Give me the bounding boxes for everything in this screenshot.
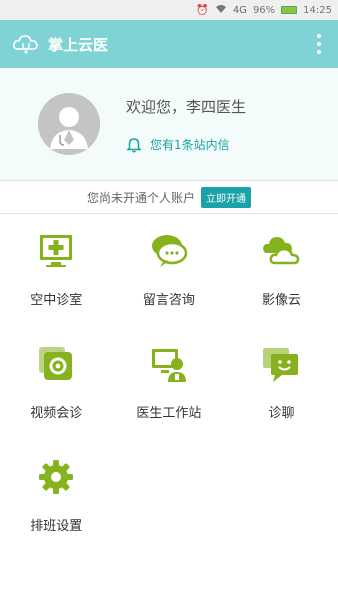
account-strip: 您尚未开通个人账户 立即开通	[0, 181, 338, 214]
account-status-text: 您尚未开通个人账户	[86, 190, 195, 205]
battery-icon	[281, 6, 298, 14]
site-message-link[interactable]: 您有1条站内信	[126, 136, 230, 153]
overflow-menu-icon[interactable]	[316, 34, 322, 54]
doctor-avatar-icon	[38, 93, 100, 155]
menu-item-label: 诊聊	[268, 406, 295, 421]
clock: 14:25	[303, 4, 332, 16]
menu-item-label: 医生工作站	[136, 406, 202, 421]
open-account-button[interactable]: 立即开通	[201, 186, 251, 208]
bell-icon	[126, 137, 142, 152]
menu-item-video-consult[interactable]: 视频会诊	[0, 326, 113, 439]
menu-item-chat[interactable]: 诊聊	[225, 326, 338, 439]
signal-icon: 4G	[232, 4, 247, 16]
wifi-icon	[215, 4, 227, 17]
menu-item-schedule-settings[interactable]: 排班设置	[0, 439, 113, 552]
menu-item-doctor-workstation[interactable]: 医生工作站	[113, 326, 226, 439]
alarm-icon: ⏰	[196, 4, 209, 16]
battery-percent: 96%	[252, 4, 276, 16]
menu-item-label: 影像云	[261, 293, 301, 308]
cloud-icon	[263, 237, 300, 265]
menu-item-imaging-cloud[interactable]: 影像云	[225, 213, 338, 326]
welcome-text: 欢迎您，李四医生	[126, 98, 247, 116]
menu-item-label: 空中诊室	[30, 293, 83, 308]
menu-item-message-consult[interactable]: 留言咨询	[113, 213, 226, 326]
menu-item-virtual-clinic[interactable]: 空中诊室	[0, 213, 113, 326]
status-bar: ⏰ 4G 96% 14:25	[0, 0, 338, 20]
avatar[interactable]	[38, 93, 100, 155]
profile-section: 欢迎您，李四医生 您有1条站内信	[0, 68, 338, 181]
app-bar: 掌上云医	[0, 20, 338, 68]
gear-icon	[39, 460, 74, 494]
notice-text: 您有1条站内信	[150, 138, 230, 152]
smile-chat-icon	[263, 348, 299, 382]
chat-bubble-icon	[151, 235, 188, 267]
monitor-plus-icon	[40, 235, 73, 267]
app-title: 掌上云医	[48, 35, 109, 54]
menu-item-label: 视频会诊	[30, 406, 83, 421]
menu-item-label: 排班设置	[30, 519, 83, 534]
menu-item-label: 留言咨询	[142, 293, 195, 308]
cloud-stethoscope-logo-icon	[13, 35, 38, 54]
doctor-workstation-icon	[151, 349, 186, 382]
function-grid: 空中诊室 留言咨询 影像云 视频会诊 医生工作站 诊聊 排班设置	[0, 213, 338, 552]
video-camera-icon	[39, 347, 73, 380]
